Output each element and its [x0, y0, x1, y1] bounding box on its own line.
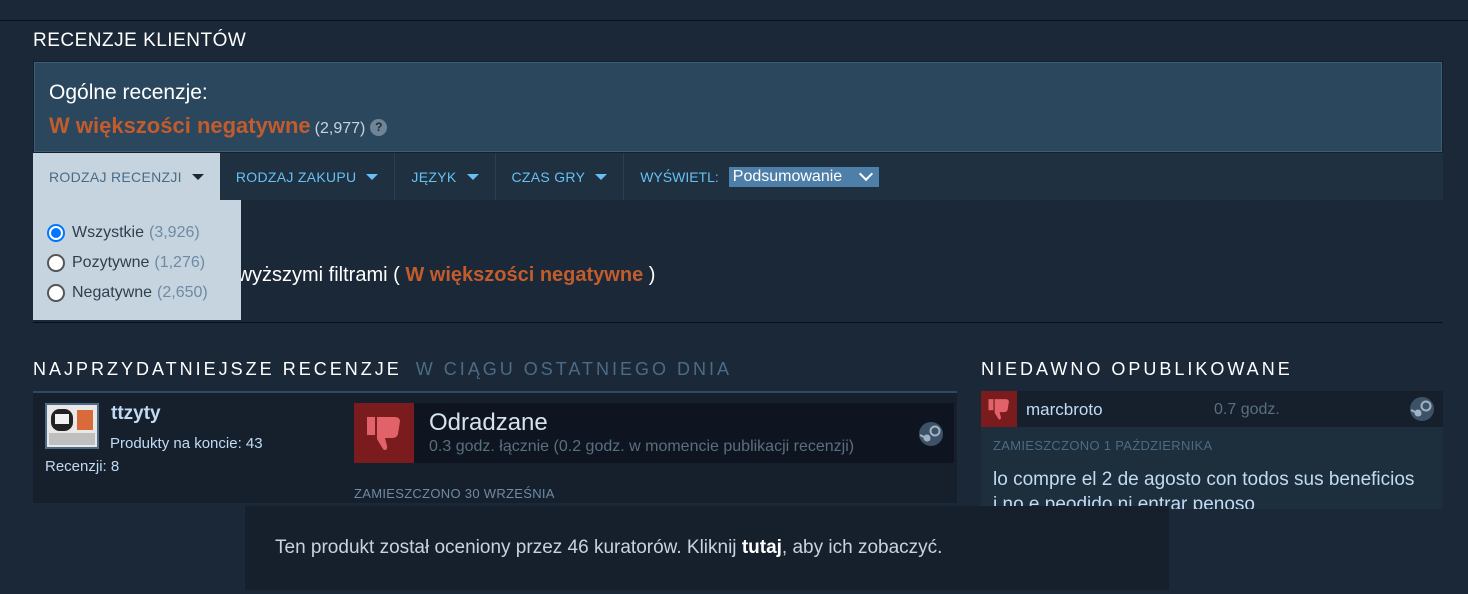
recent-review-card[interactable]: marcbroto 0.7 godz. ZAMIESZCZONO 1 PAŹDZ… — [981, 391, 1443, 509]
radio-positive[interactable] — [47, 254, 65, 272]
filter-playtime-label: CZAS GRY — [511, 168, 586, 185]
curator-link[interactable]: tutaj — [742, 537, 782, 559]
helpful-title: NAJPRZYDATNIEJSZE RECENZJE — [33, 359, 402, 379]
display-select[interactable]: Podsumowanie — [728, 166, 879, 187]
recent-review-text: lo compre el 2 de agosto con todos sus b… — [993, 469, 1415, 509]
option-label: Pozytywne — [72, 254, 150, 271]
filter-result-suffix: ) — [648, 264, 656, 286]
curator-text-before: Ten produkt został oceniony przez 46 kur… — [275, 537, 737, 558]
radio-all[interactable] — [47, 224, 65, 242]
review-card: ttzyty Produkty na koncie: 43 Recenzji: … — [33, 391, 957, 503]
review-type-dropdown: Wszystkie (3,926) Pozytywne (1,276) Nega… — [33, 200, 241, 320]
caret-down-icon — [466, 173, 479, 180]
review-author-products[interactable]: Produkty na koncie: 43 — [110, 435, 263, 452]
review-type-option-negative[interactable]: Negatywne (2,650) — [47, 278, 241, 308]
filter-language[interactable]: JĘZYK — [395, 153, 496, 200]
option-count: (3,926) — [149, 224, 200, 241]
chevron-down-icon — [858, 166, 873, 182]
review-type-option-positive[interactable]: Pozytywne (1,276) — [47, 248, 241, 278]
help-icon[interactable]: ? — [370, 119, 388, 136]
option-label: Negatywne — [72, 284, 153, 301]
thumbs-down-icon — [354, 403, 414, 463]
option-count: (2,650) — [157, 284, 208, 301]
option-count: (1,276) — [154, 254, 206, 271]
caret-down-icon — [191, 173, 204, 180]
steam-icon — [918, 421, 944, 452]
section-title: RECENZJE KLIENTÓW — [33, 30, 247, 51]
helpful-subtitle: W CIĄGU OSTATNIEGO DNIA — [415, 359, 733, 379]
avatar[interactable] — [45, 403, 99, 449]
overall-reviews-box: Ogólne recenzje: W większości negatywne(… — [33, 61, 1443, 153]
review-hours: 0.3 godz. łącznie (0.2 godz. w momencie … — [429, 438, 855, 455]
recent-review-header: marcbroto 0.7 godz. — [981, 391, 1443, 427]
option-label: Wszystkie — [72, 224, 144, 241]
filter-purchase-type-label: RODZAJ ZAKUPU — [235, 168, 357, 185]
overall-reviews-summary: W większości negatywne (2,977)? — [49, 113, 388, 139]
filter-review-type[interactable]: RODZAJ RECENZJI — [33, 153, 220, 200]
curator-notice: Ten produkt został oceniony przez 46 kur… — [245, 506, 1169, 590]
display-label: WYŚWIETL: — [640, 168, 719, 185]
filter-result-summary: W większości negatywne — [405, 264, 644, 286]
review-author-reviews[interactable]: Recenzji: 8 — [45, 458, 119, 475]
recent-reviews-heading: NIEDAWNO OPUBLIKOWANE — [981, 359, 1293, 379]
radio-negative[interactable] — [47, 284, 65, 302]
recent-review-posted-date: ZAMIESZCZONO 1 PAŹDZIERNIKA — [993, 438, 1213, 453]
overall-summary-text[interactable]: W większości negatywne — [49, 113, 311, 138]
review-type-option-all[interactable]: Wszystkie (3,926) — [47, 218, 241, 248]
overall-reviews-label: Ogólne recenzje: — [49, 81, 208, 104]
overall-review-count: (2,977) — [314, 120, 366, 137]
review-posted-date: ZAMIESZCZONO 30 WRZEŚNIA — [354, 486, 555, 501]
recent-review-author[interactable]: marcbroto — [1026, 400, 1103, 420]
helpful-reviews-heading: NAJPRZYDATNIEJSZE RECENZJE W CIĄGU OSTATN… — [33, 359, 732, 380]
recent-review-hours: 0.7 godz. — [1214, 401, 1280, 418]
review-filter-bar: RODZAJ RECENZJI RODZAJ ZAKUPU JĘZYK CZAS… — [33, 153, 1443, 200]
filter-review-type-label: RODZAJ RECENZJI — [49, 168, 182, 185]
review-author[interactable]: ttzyty — [111, 403, 161, 425]
caret-down-icon — [366, 173, 379, 180]
top-divider — [0, 20, 1468, 21]
filter-language-label: JĘZYK — [411, 168, 457, 185]
section-divider — [33, 322, 1443, 323]
steam-icon — [1409, 396, 1435, 427]
review-vote-panel[interactable]: Odradzane 0.3 godz. łącznie (0.2 godz. w… — [354, 403, 954, 463]
display-select-value: Podsumowanie — [732, 167, 843, 185]
filter-playtime[interactable]: CZAS GRY — [496, 153, 625, 200]
filter-purchase-type[interactable]: RODZAJ ZAKUPU — [220, 153, 396, 200]
curator-text-after: , aby ich zobaczyć. — [781, 537, 943, 558]
review-verdict: Odradzane — [429, 409, 548, 436]
caret-down-icon — [595, 173, 608, 180]
review-card-border — [33, 391, 957, 393]
thumbs-down-icon — [981, 391, 1017, 427]
